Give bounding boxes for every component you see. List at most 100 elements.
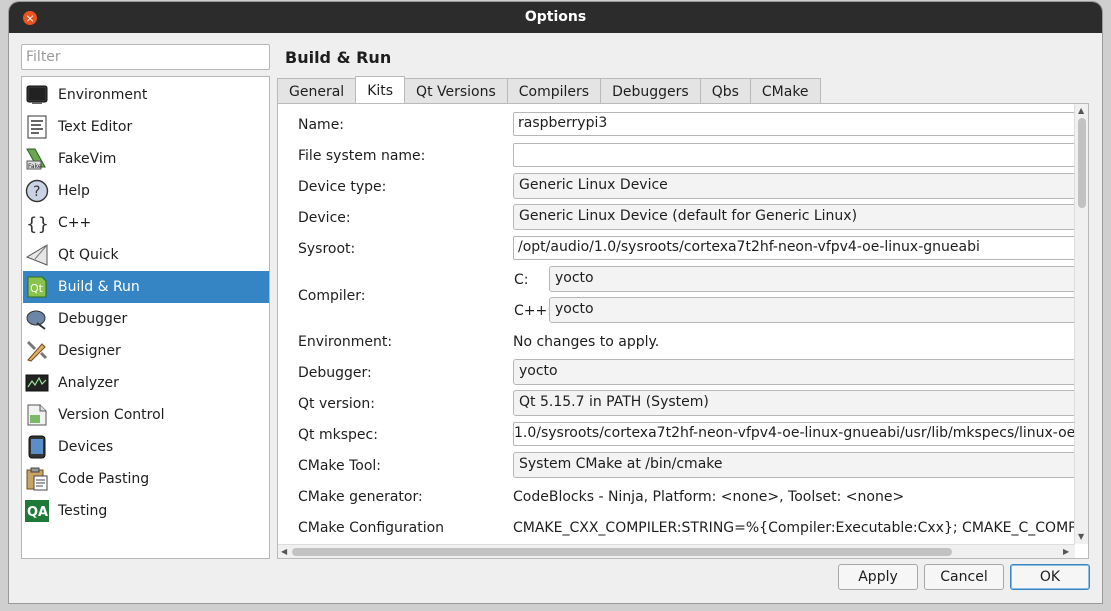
tab-cmake[interactable]: CMake <box>749 78 821 104</box>
qa-icon: QA <box>25 499 49 523</box>
scroll-left-icon[interactable]: ◀ <box>281 547 287 557</box>
sidebar-item-code-pasting[interactable]: Code Pasting <box>23 463 269 495</box>
category-list: Environment Text Editor Fake FakeVim ? H… <box>21 76 270 559</box>
cmake-tool-combo[interactable]: System CMake at /bin/cmake <box>513 452 1075 478</box>
cmake-generator-label: CMake generator: <box>298 489 423 505</box>
apply-button[interactable]: Apply <box>838 564 918 590</box>
ok-button[interactable]: OK <box>1010 564 1090 590</box>
sidebar-item-label: C++ <box>58 215 92 231</box>
cmake-generator-value: CodeBlocks - Ninja, Platform: <none>, To… <box>513 489 905 505</box>
sidebar-item-help[interactable]: ? Help <box>23 175 269 207</box>
device-type-combo[interactable]: Generic Linux Device <box>513 173 1075 199</box>
sidebar-item-fakevim[interactable]: Fake FakeVim <box>23 143 269 175</box>
qt-mkspec-label: Qt mkspec: <box>298 427 378 443</box>
cpp-compiler-combo[interactable]: yocto <box>549 297 1075 323</box>
sidebar-item-qt-quick[interactable]: Qt Quick <box>23 239 269 271</box>
debugger-combo[interactable]: yocto <box>513 359 1075 385</box>
scroll-right-icon[interactable]: ▶ <box>1063 547 1069 557</box>
horizontal-scrollbar[interactable]: ◀ ▶ <box>278 544 1075 558</box>
compiler-label: Compiler: <box>298 288 366 304</box>
sysroot-label: Sysroot: <box>298 241 356 257</box>
svg-text:Fake: Fake <box>28 163 42 170</box>
sidebar-item-testing[interactable]: QA Testing <box>23 495 269 527</box>
vertical-scroll-thumb[interactable] <box>1078 118 1086 208</box>
kits-panel: Name: raspberrypi3 File system name: Dev… <box>277 103 1089 559</box>
tab-general[interactable]: General <box>277 78 357 104</box>
sidebar-item-cpp[interactable]: {} C++ <box>23 207 269 239</box>
tab-qt-versions[interactable]: Qt Versions <box>404 78 508 104</box>
cmake-configuration-value: CMAKE_CXX_COMPILER:STRING=%{Compiler:Exe… <box>513 520 1075 536</box>
tab-debuggers[interactable]: Debuggers <box>600 78 701 104</box>
sidebar-item-label: Testing <box>58 503 108 519</box>
device-type-label: Device type: <box>298 179 387 195</box>
help-icon: ? <box>25 179 49 203</box>
page-title: Build & Run <box>285 48 392 67</box>
svg-text:{}: {} <box>26 214 49 235</box>
name-label: Name: <box>298 117 345 133</box>
tab-kits[interactable]: Kits <box>355 76 406 104</box>
sidebar-item-environment[interactable]: Environment <box>23 79 269 111</box>
horizontal-scroll-thumb[interactable] <box>292 548 952 556</box>
svg-text:Qt: Qt <box>30 282 44 295</box>
tab-bar: General Kits Qt Versions Compilers Debug… <box>277 76 821 104</box>
build-run-icon: Qt <box>25 275 49 299</box>
sidebar-item-label: Devices <box>58 439 114 455</box>
environment-label: Environment: <box>298 334 393 350</box>
sidebar-item-label: Version Control <box>58 407 165 423</box>
qt-quick-icon <box>25 243 49 267</box>
sidebar-item-label: Build & Run <box>58 279 140 295</box>
sidebar-item-debugger[interactable]: Debugger <box>23 303 269 335</box>
scroll-up-icon[interactable]: ▲ <box>1078 106 1084 116</box>
fakevim-icon: Fake <box>25 147 49 171</box>
tab-qbs[interactable]: Qbs <box>699 78 751 104</box>
sidebar-item-label: Code Pasting <box>58 471 150 487</box>
sidebar-item-label: Analyzer <box>58 375 119 391</box>
sidebar-item-build-run[interactable]: Qt Build & Run <box>23 271 269 303</box>
sidebar-item-devices[interactable]: Devices <box>23 431 269 463</box>
device-combo[interactable]: Generic Linux Device (default for Generi… <box>513 204 1075 230</box>
title-bar: Options <box>9 2 1102 33</box>
vertical-scrollbar[interactable]: ▲ ▼ <box>1074 104 1088 544</box>
debugger-icon <box>25 307 49 331</box>
code-pasting-icon <box>25 467 49 491</box>
cancel-button[interactable]: Cancel <box>924 564 1004 590</box>
c-compiler-combo[interactable]: yocto <box>549 266 1075 292</box>
devices-icon <box>25 435 49 459</box>
sidebar-item-analyzer[interactable]: Analyzer <box>23 367 269 399</box>
sidebar-item-label: Designer <box>58 343 121 359</box>
sidebar-item-label: Environment <box>58 87 148 103</box>
svg-text:?: ? <box>33 184 40 200</box>
cmake-configuration-label: CMake Configuration <box>298 520 445 536</box>
qt-mkspec-field[interactable]: 1.0/sysroots/cortexa7t2hf-neon-vfpv4-oe-… <box>513 422 1075 446</box>
environment-value: No changes to apply. <box>513 334 660 350</box>
sidebar-item-label: Text Editor <box>58 119 133 135</box>
sidebar-item-label: Help <box>58 183 90 199</box>
version-control-icon <box>25 403 49 427</box>
sidebar-item-designer[interactable]: Designer <box>23 335 269 367</box>
file-system-name-field[interactable] <box>513 143 1075 167</box>
sysroot-field[interactable]: /opt/audio/1.0/sysroots/cortexa7t2hf-neo… <box>513 236 1075 260</box>
designer-icon <box>25 339 49 363</box>
qt-version-combo[interactable]: Qt 5.15.7 in PATH (System) <box>513 390 1075 416</box>
name-field[interactable]: raspberrypi3 <box>513 112 1075 136</box>
text-document-icon <box>25 115 49 139</box>
sidebar-item-label: Debugger <box>58 311 128 327</box>
analyzer-icon <box>25 371 49 395</box>
qt-version-label: Qt version: <box>298 396 375 412</box>
options-dialog: Options Environment Text Editor Fake Fak… <box>9 2 1102 603</box>
sidebar-item-label: FakeVim <box>58 151 117 167</box>
scroll-down-icon[interactable]: ▼ <box>1078 532 1084 542</box>
debugger-label: Debugger: <box>298 365 372 381</box>
compiler-c-label: C: <box>514 272 529 288</box>
cmake-tool-label: CMake Tool: <box>298 458 382 474</box>
sidebar-item-version-control[interactable]: Version Control <box>23 399 269 431</box>
sidebar-item-text-editor[interactable]: Text Editor <box>23 111 269 143</box>
svg-text:QA: QA <box>27 505 48 520</box>
file-system-name-label: File system name: <box>298 148 426 164</box>
compiler-cpp-label: C++: <box>514 303 552 319</box>
window-title: Options <box>524 9 587 25</box>
tab-compilers[interactable]: Compilers <box>506 78 602 104</box>
filter-input[interactable] <box>21 44 270 70</box>
sidebar-item-label: Qt Quick <box>58 247 119 263</box>
device-label: Device: <box>298 210 351 226</box>
